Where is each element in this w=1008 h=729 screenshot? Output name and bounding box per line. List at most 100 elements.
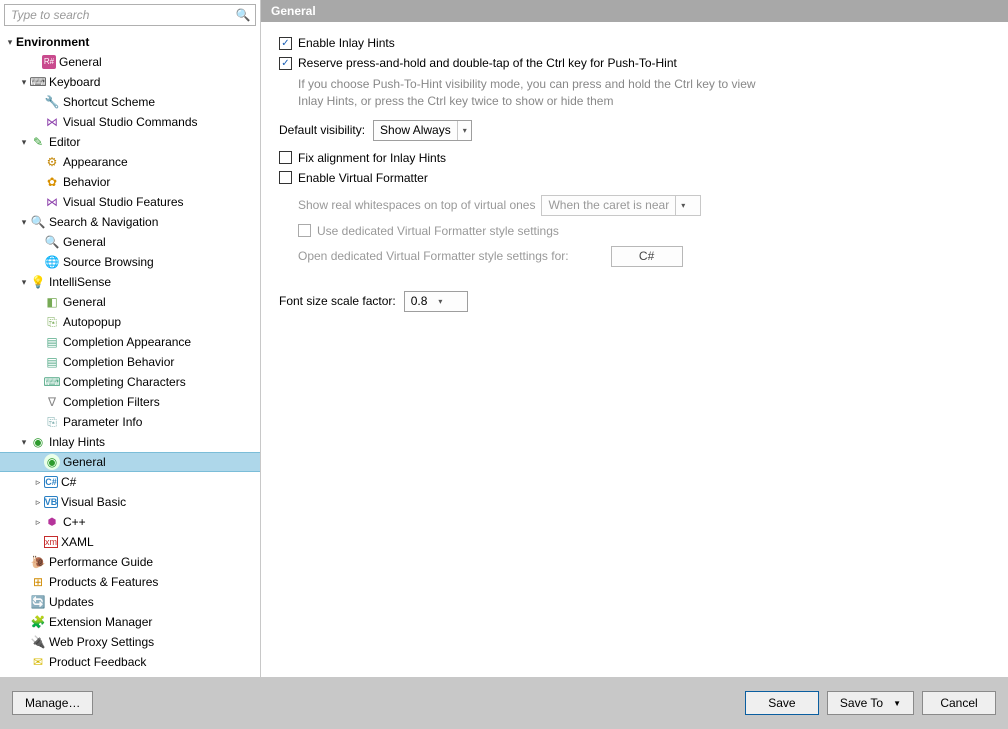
chevron-right-icon[interactable]: ▹: [32, 477, 44, 488]
enable-vf-label: Enable Virtual Formatter: [298, 171, 428, 185]
chevron-down-icon[interactable]: ▾: [18, 77, 30, 88]
tree-comp-appearance[interactable]: ▤ Completion Appearance: [0, 332, 260, 352]
chevron-down-icon[interactable]: ▾: [18, 277, 30, 288]
use-dedicated-label: Use dedicated Virtual Formatter style se…: [317, 224, 559, 238]
tree-label: Parameter Info: [63, 415, 142, 429]
tree-comp-filters[interactable]: ∇ Completion Filters: [0, 392, 260, 412]
chevron-down-icon: ▾: [457, 121, 467, 140]
tree-label: Autopopup: [63, 315, 121, 329]
tree-autopopup[interactable]: ⎘ Autopopup: [0, 312, 260, 332]
csharp-icon: C#: [44, 476, 58, 488]
refresh-icon: 🔄: [30, 594, 46, 610]
tree-label: Web Proxy Settings: [49, 635, 154, 649]
checkbox-checked-icon[interactable]: ✓: [279, 57, 292, 70]
font-scale-dropdown[interactable]: 0.8 ▾: [404, 291, 468, 312]
search-box[interactable]: 🔍: [4, 4, 256, 26]
button-label: Cancel: [940, 696, 977, 710]
reserve-ctrl-row[interactable]: ✓ Reserve press-and-hold and double-tap …: [279, 56, 990, 70]
dropdown-value: Show Always: [380, 123, 451, 137]
fix-alignment-label: Fix alignment for Inlay Hints: [298, 151, 446, 165]
default-vis-label: Default visibility:: [279, 123, 365, 137]
default-visibility-dropdown[interactable]: Show Always ▾: [373, 120, 472, 141]
dropdown-value: 0.8: [411, 294, 428, 308]
tree-vs-features[interactable]: ⋈ Visual Studio Features: [0, 192, 260, 212]
tree-source-browsing[interactable]: 🌐 Source Browsing: [0, 252, 260, 272]
search-icon: 🔍: [234, 6, 252, 24]
reserve-ctrl-help: If you choose Push-To-Hint visibility mo…: [298, 76, 758, 110]
checkbox-checked-icon[interactable]: ✓: [279, 37, 292, 50]
tree-sn-general[interactable]: 🔍 General: [0, 232, 260, 252]
tree-vs-commands[interactable]: ⋈ Visual Studio Commands: [0, 112, 260, 132]
tree-environment[interactable]: ▾ Environment: [0, 32, 260, 52]
tree-param-info[interactable]: ⎘ Parameter Info: [0, 412, 260, 432]
tree-label: C++: [63, 515, 86, 529]
tree-is-general[interactable]: ◧ General: [0, 292, 260, 312]
chevron-down-icon[interactable]: ▾: [18, 217, 30, 228]
chevron-down-icon[interactable]: ▾: [18, 137, 30, 148]
proxy-icon: 🔌: [30, 634, 46, 650]
tree-label: General: [63, 295, 106, 309]
tree-updates[interactable]: 🔄 Updates: [0, 592, 260, 612]
magnifier-icon: 🔍: [44, 234, 60, 250]
tree-env-general[interactable]: R# General: [0, 52, 260, 72]
chevron-down-icon[interactable]: ▾: [18, 437, 30, 448]
tree-vb[interactable]: ▹ VB Visual Basic: [0, 492, 260, 512]
filter-icon: ∇: [44, 394, 60, 410]
show-ws-label: Show real whitespaces on top of virtual …: [298, 198, 535, 212]
manage-button[interactable]: Manage…: [12, 691, 93, 715]
fix-alignment-row[interactable]: Fix alignment for Inlay Hints: [279, 151, 990, 165]
tree-web-proxy[interactable]: 🔌 Web Proxy Settings: [0, 632, 260, 652]
chevron-right-icon[interactable]: ▹: [32, 497, 44, 508]
tree-ext-mgr[interactable]: 🧩 Extension Manager: [0, 612, 260, 632]
nav-tree[interactable]: ▾ Environment R# General ▾ ⌨ Keyboard 🔧 …: [0, 30, 260, 677]
tree-label: Inlay Hints: [49, 435, 105, 449]
tree-label: Products & Features: [49, 575, 158, 589]
tree-prod-feat[interactable]: ⊞ Products & Features: [0, 572, 260, 592]
tree-label: General: [59, 55, 102, 69]
tree-ih-general[interactable]: ◉ General: [0, 452, 260, 472]
tree-cpp[interactable]: ▹ ⬢ C++: [0, 512, 260, 532]
chevron-down-icon[interactable]: ▾: [4, 37, 16, 48]
param-icon: ⎘: [44, 414, 60, 430]
tree-csharp[interactable]: ▹ C# C#: [0, 472, 260, 492]
list-icon: ▤: [44, 354, 60, 370]
tree-keyboard[interactable]: ▾ ⌨ Keyboard: [0, 72, 260, 92]
save-button[interactable]: Save: [745, 691, 819, 715]
tree-label: Product Feedback: [49, 655, 146, 669]
checkbox-icon[interactable]: [279, 171, 292, 184]
show-ws-dropdown: When the caret is near ▾: [541, 195, 701, 216]
csharp-settings-button[interactable]: C#: [611, 246, 683, 267]
tree-inlay-hints[interactable]: ▾ ◉ Inlay Hints: [0, 432, 260, 452]
list-icon: ▤: [44, 334, 60, 350]
search-input[interactable]: [5, 6, 234, 24]
tree-comp-behavior[interactable]: ▤ Completion Behavior: [0, 352, 260, 372]
tree-label: General: [63, 235, 106, 249]
cancel-button[interactable]: Cancel: [922, 691, 996, 715]
tree-editor[interactable]: ▾ ✎ Editor: [0, 132, 260, 152]
content-pane: General ✓ Enable Inlay Hints ✓ Reserve p…: [261, 0, 1008, 677]
chevron-right-icon[interactable]: ▹: [32, 517, 44, 528]
tree-xaml[interactable]: xm XAML: [0, 532, 260, 552]
globe-icon: 🌐: [44, 254, 60, 270]
save-to-button[interactable]: Save To ▼: [827, 691, 914, 715]
enable-hints-row[interactable]: ✓ Enable Inlay Hints: [279, 36, 990, 50]
show-ws-row: Show real whitespaces on top of virtual …: [298, 195, 990, 216]
checkbox-icon[interactable]: [279, 151, 292, 164]
hints-icon: ◉: [44, 454, 60, 470]
tree-search-nav[interactable]: ▾ 🔍 Search & Navigation: [0, 212, 260, 232]
tree-perf-guide[interactable]: 🐌 Performance Guide: [0, 552, 260, 572]
font-scale-label: Font size scale factor:: [279, 294, 396, 308]
tree-label: Updates: [49, 595, 94, 609]
tree-label: Performance Guide: [49, 555, 153, 569]
tree-appearance[interactable]: ⚙ Appearance: [0, 152, 260, 172]
tree-behavior[interactable]: ✿ Behavior: [0, 172, 260, 192]
tree-label: Source Browsing: [63, 255, 154, 269]
enable-vf-row[interactable]: Enable Virtual Formatter: [279, 171, 990, 185]
tree-label: C#: [61, 475, 76, 489]
tree-intellisense[interactable]: ▾ 💡 IntelliSense: [0, 272, 260, 292]
tree-shortcut-scheme[interactable]: 🔧 Shortcut Scheme: [0, 92, 260, 112]
pencil-icon: ✎: [30, 134, 46, 150]
tree-prod-feedback[interactable]: ✉ Product Feedback: [0, 652, 260, 672]
tree-comp-chars[interactable]: ⌨ Completing Characters: [0, 372, 260, 392]
gear-icon: ✿: [44, 174, 60, 190]
